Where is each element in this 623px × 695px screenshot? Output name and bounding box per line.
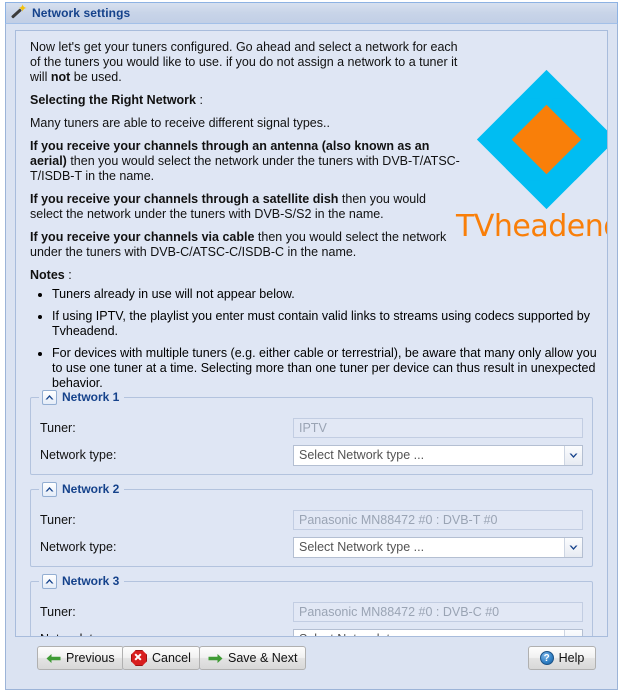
arrow-left-icon bbox=[46, 653, 61, 664]
tvheadend-logo-mark bbox=[474, 67, 607, 212]
network-type-label: Network type: bbox=[40, 540, 117, 554]
collapse-toggle-icon[interactable] bbox=[42, 573, 57, 589]
window-titlebar: ✦ Network settings bbox=[5, 2, 618, 24]
satellite-paragraph: If you receive your channels through a s… bbox=[30, 192, 460, 222]
tuner-label: Tuner: bbox=[40, 421, 76, 435]
collapse-toggle-icon[interactable] bbox=[42, 389, 57, 405]
collapse-toggle-icon[interactable] bbox=[42, 481, 57, 497]
intro-part2: be used. bbox=[70, 70, 122, 84]
intro-paragraph: Now let's get your tuners configured. Go… bbox=[30, 40, 460, 85]
notes-heading: Notes : bbox=[30, 268, 460, 283]
network-type-select[interactable]: Select Network type ... bbox=[293, 537, 583, 558]
notes-list: Tuners already in use will not appear be… bbox=[30, 287, 598, 391]
window-body: Now let's get your tuners configured. Go… bbox=[5, 24, 618, 690]
magic-wand-icon: ✦ bbox=[10, 4, 27, 21]
chevron-down-icon[interactable] bbox=[564, 538, 582, 557]
selecting-heading-colon: : bbox=[196, 93, 203, 107]
dialog-button-bar: Previous Cancel Save & Next ? Help bbox=[15, 646, 608, 676]
list-item: Tuners already in use will not appear be… bbox=[52, 287, 598, 302]
help-button[interactable]: ? Help bbox=[528, 646, 596, 670]
instructions-text: Now let's get your tuners configured. Go… bbox=[30, 40, 460, 291]
network-2-fieldset: Network 2 Tuner: Panasonic MN88472 #0 : … bbox=[30, 481, 593, 567]
list-item: For devices with multiple tuners (e.g. e… bbox=[52, 346, 598, 391]
cable-paragraph: If you receive your channels via cable t… bbox=[30, 230, 460, 260]
network-2-legend-label: Network 2 bbox=[62, 482, 120, 496]
cancel-button-label: Cancel bbox=[152, 651, 191, 665]
tuner-label: Tuner: bbox=[40, 605, 76, 619]
network-3-legend: Network 3 bbox=[39, 573, 125, 589]
help-icon: ? bbox=[539, 651, 554, 665]
window-title: Network settings bbox=[32, 6, 131, 20]
network-type-label: Network type: bbox=[40, 632, 116, 636]
selecting-heading-text: Selecting the Right Network bbox=[30, 93, 196, 107]
save-and-next-button[interactable]: Save & Next bbox=[199, 646, 307, 670]
tuner-value-field: Panasonic MN88472 #0 : DVB-T #0 bbox=[293, 510, 583, 530]
tuner-value-field: Panasonic MN88472 #0 : DVB-C #0 bbox=[293, 602, 583, 622]
chevron-down-icon[interactable] bbox=[564, 446, 582, 465]
cancel-icon bbox=[131, 650, 147, 666]
network-3-fieldset: Network 3 Tuner: Panasonic MN88472 #0 : … bbox=[30, 573, 593, 636]
network-1-type-row: Network type: Select Network type ... bbox=[31, 445, 592, 467]
network-type-select[interactable]: Select Network type ... bbox=[293, 445, 583, 466]
intro-bold-not: not bbox=[50, 70, 71, 84]
tvheadend-logo: TVheadend bbox=[456, 67, 608, 252]
tvheadend-wordmark: TVheadend bbox=[456, 209, 608, 244]
save-and-next-button-label: Save & Next bbox=[228, 651, 298, 665]
network-3-type-row: Network type: Select Network type ... bbox=[31, 629, 592, 636]
network-settings-window: ✦ Network settings Now let's get your tu… bbox=[0, 0, 623, 695]
chevron-down-icon[interactable] bbox=[564, 630, 582, 636]
wizard-content-area: Now let's get your tuners configured. Go… bbox=[15, 30, 608, 637]
cable-bold: If you receive your channels via cable bbox=[30, 230, 255, 244]
satellite-bold: If you receive your channels through a s… bbox=[30, 192, 339, 206]
tuner-label: Tuner: bbox=[40, 513, 76, 527]
cancel-button[interactable]: Cancel bbox=[122, 646, 200, 670]
network-1-tuner-row: Tuner: IPTV bbox=[31, 418, 592, 440]
network-type-selected-value: Select Network type ... bbox=[299, 632, 424, 636]
network-3-legend-label: Network 3 bbox=[62, 574, 120, 588]
antenna-rest: then you would select the network under … bbox=[30, 154, 460, 183]
network-type-selected-value: Select Network type ... bbox=[299, 540, 425, 554]
selecting-heading: Selecting the Right Network : bbox=[30, 93, 460, 108]
notes-heading-text: Notes bbox=[30, 268, 65, 282]
list-item: If using IPTV, the playlist you enter mu… bbox=[52, 309, 598, 339]
previous-button[interactable]: Previous bbox=[37, 646, 124, 670]
network-type-select[interactable]: Select Network type ... bbox=[293, 629, 583, 636]
network-2-type-row: Network type: Select Network type ... bbox=[31, 537, 592, 559]
network-1-legend: Network 1 bbox=[39, 389, 125, 405]
network-type-label: Network type: bbox=[40, 448, 117, 462]
network-3-tuner-row: Tuner: Panasonic MN88472 #0 : DVB-C #0 bbox=[31, 602, 592, 624]
network-1-legend-label: Network 1 bbox=[62, 390, 120, 404]
network-type-selected-value: Select Network type ... bbox=[299, 448, 425, 462]
network-2-legend: Network 2 bbox=[39, 481, 125, 497]
arrow-right-icon bbox=[208, 653, 223, 664]
many-tuners-paragraph: Many tuners are able to receive differen… bbox=[30, 116, 330, 130]
logo-arrows-svg bbox=[476, 69, 607, 210]
network-1-fieldset: Network 1 Tuner: IPTV Network type: Sele… bbox=[30, 389, 593, 475]
notes-list-wrapper: Tuners already in use will not appear be… bbox=[30, 287, 598, 398]
help-button-label: Help bbox=[558, 651, 585, 665]
notes-heading-colon: : bbox=[64, 268, 72, 282]
previous-button-label: Previous bbox=[66, 651, 115, 665]
antenna-paragraph: If you receive your channels through an … bbox=[30, 139, 460, 184]
tuner-value-field: IPTV bbox=[293, 418, 583, 438]
network-2-tuner-row: Tuner: Panasonic MN88472 #0 : DVB-T #0 bbox=[31, 510, 592, 532]
